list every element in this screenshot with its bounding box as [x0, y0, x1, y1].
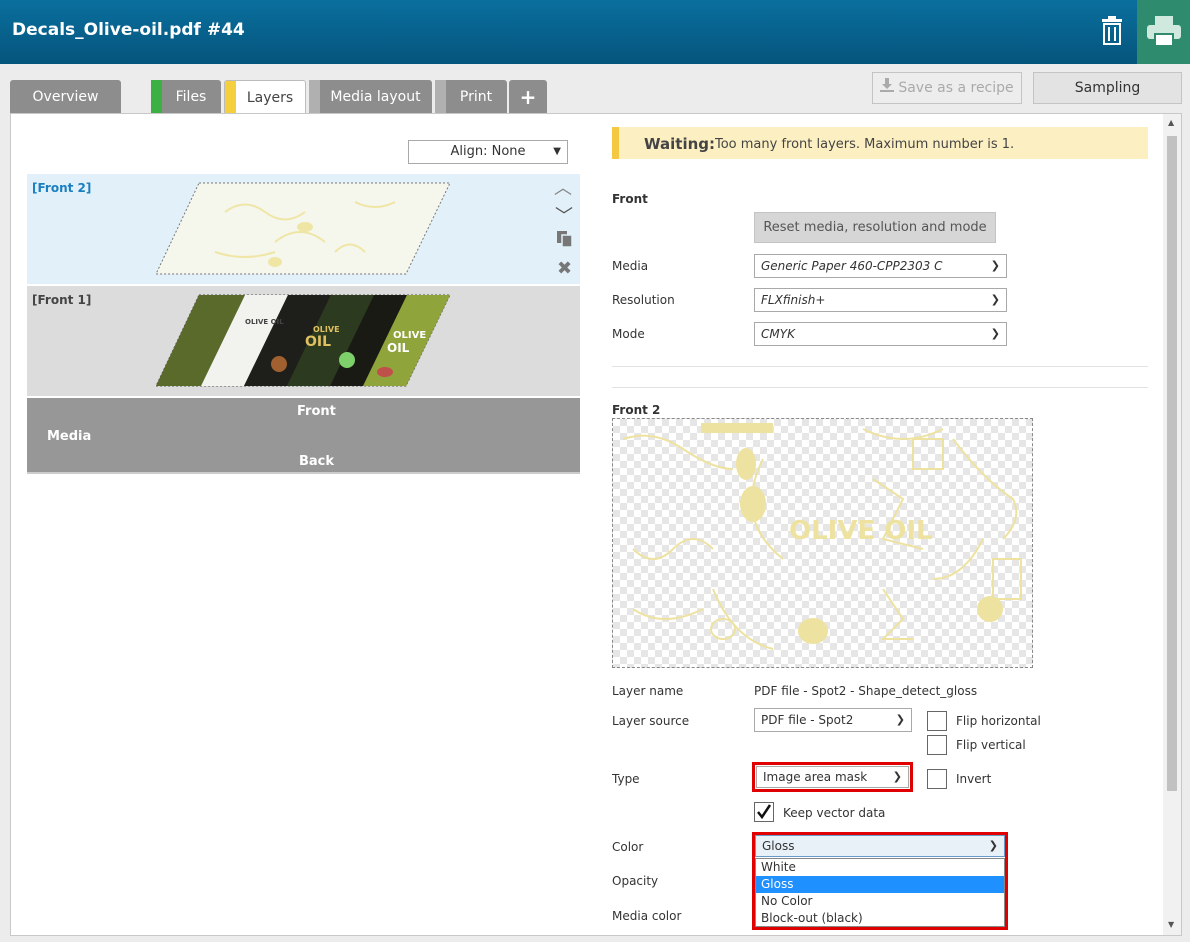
layer-name: [Front 1] — [32, 293, 92, 307]
trash-icon[interactable] — [1098, 16, 1126, 46]
type-select[interactable]: Image area mask ❯ — [756, 766, 909, 788]
layer-front-1[interactable]: [Front 1] OLIVE OIL OLIVE OIL OLIVE OIL — [27, 286, 580, 396]
front-heading: Front — [612, 192, 648, 206]
chevron-down-icon[interactable]: ﹀ — [555, 202, 573, 228]
print-button[interactable] — [1137, 0, 1190, 64]
scroll-up-icon[interactable]: ▲ — [1168, 118, 1174, 127]
thumb-text: OLIVE — [313, 325, 340, 334]
keep-vector-checkbox[interactable] — [754, 802, 774, 822]
tab-media-layout[interactable]: Media layout — [309, 80, 432, 114]
scrollbar-thumb[interactable] — [1167, 136, 1177, 791]
keep-vector-label: Keep vector data — [783, 806, 886, 820]
scroll-down-icon[interactable]: ▼ — [1168, 920, 1174, 929]
front2-heading: Front 2 — [612, 403, 661, 417]
layer-name: [Front 2] — [32, 181, 92, 195]
resolution-select[interactable]: FLXfinish+ ❯ — [754, 288, 1007, 312]
color-option-gloss[interactable]: Gloss — [756, 876, 1004, 893]
window-title: Decals_Olive-oil.pdf #44 — [12, 20, 245, 40]
tab-strip: Overview Files Layers Media layout Print… — [0, 64, 1190, 115]
media-block: Front Media Back — [27, 398, 580, 474]
title-bar: Decals_Olive-oil.pdf #44 — [0, 0, 1190, 64]
preview-text: OLIVE OIL — [789, 516, 933, 546]
download-icon — [880, 73, 895, 103]
flip-horizontal-checkbox[interactable] — [927, 711, 947, 731]
layer-thumbnail: OLIVE OIL OLIVE OIL OLIVE OIL — [155, 294, 451, 387]
tab-add[interactable]: + — [509, 80, 547, 114]
layer-name-label: Layer name — [612, 684, 684, 698]
layer-source-select[interactable]: PDF file - Spot2 ❯ — [754, 708, 912, 732]
media-label: Media — [47, 429, 92, 444]
warning-banner: Waiting: Too many front layers. Maximum … — [612, 127, 1148, 159]
color-select[interactable]: Gloss ❯ — [755, 835, 1005, 857]
align-select[interactable]: Align: None ▼ — [408, 140, 568, 164]
tab-print[interactable]: Print — [435, 80, 507, 114]
warning-message: Too many front layers. Maximum number is… — [715, 137, 1015, 152]
mode-select[interactable]: CMYK ❯ — [754, 322, 1007, 346]
layer-front-2[interactable]: [Front 2] ︿ ﹀ ✖ — [27, 174, 580, 284]
media-back-label: Back — [299, 454, 335, 469]
opacity-label: Opacity — [612, 874, 659, 888]
thumb-text: OLIVE — [393, 330, 426, 341]
layer-source-label: Layer source — [612, 714, 690, 728]
tab-overview[interactable]: Overview — [10, 80, 121, 114]
media-select[interactable]: Generic Paper 460-CPP2303 C ❯ — [754, 254, 1007, 278]
chevron-up-icon[interactable]: ︿ — [554, 174, 572, 200]
tab-files[interactable]: Files — [151, 80, 221, 114]
thumb-text: OIL — [387, 341, 410, 355]
color-option-block-out[interactable]: Block-out (black) — [756, 910, 1004, 927]
layer-preview: OLIVE OIL — [612, 418, 1033, 668]
scrollbar[interactable]: ▲ ▼ — [1163, 114, 1181, 935]
color-option-no-color[interactable]: No Color — [756, 893, 1004, 910]
layer-thumbnail — [155, 182, 451, 275]
tab-layers[interactable]: Layers — [224, 80, 306, 115]
mode-field-label: Mode — [612, 327, 645, 341]
sampling-button[interactable]: Sampling — [1033, 72, 1182, 104]
flip-horizontal-label: Flip horizontal — [956, 714, 1041, 728]
thumb-text: OLIVE OIL — [245, 318, 284, 326]
resolution-field-label: Resolution — [612, 293, 675, 307]
close-icon[interactable]: ✖ — [557, 258, 572, 279]
flip-vertical-label: Flip vertical — [956, 738, 1026, 752]
color-label: Color — [612, 840, 644, 854]
flip-vertical-checkbox[interactable] — [927, 735, 947, 755]
invert-label: Invert — [956, 772, 992, 786]
media-field-label: Media — [612, 259, 649, 273]
check-icon — [757, 804, 772, 820]
type-label: Type — [612, 772, 640, 786]
media-color-label: Media color — [612, 909, 682, 923]
copy-icon[interactable] — [556, 230, 574, 252]
thumb-text: OIL — [305, 334, 331, 350]
printer-icon — [1147, 16, 1181, 47]
divider — [612, 366, 1148, 367]
media-front-label: Front — [297, 404, 336, 419]
layer-name-value: PDF file - Spot2 - Shape_detect_gloss — [754, 684, 978, 698]
reset-media-button[interactable]: Reset media, resolution and mode — [754, 212, 996, 243]
divider — [612, 387, 1148, 388]
warning-status: Waiting: — [644, 135, 716, 153]
color-option-white[interactable]: White — [756, 859, 1004, 876]
save-as-recipe-button[interactable]: Save as a recipe — [872, 72, 1022, 104]
invert-checkbox[interactable] — [927, 769, 947, 789]
